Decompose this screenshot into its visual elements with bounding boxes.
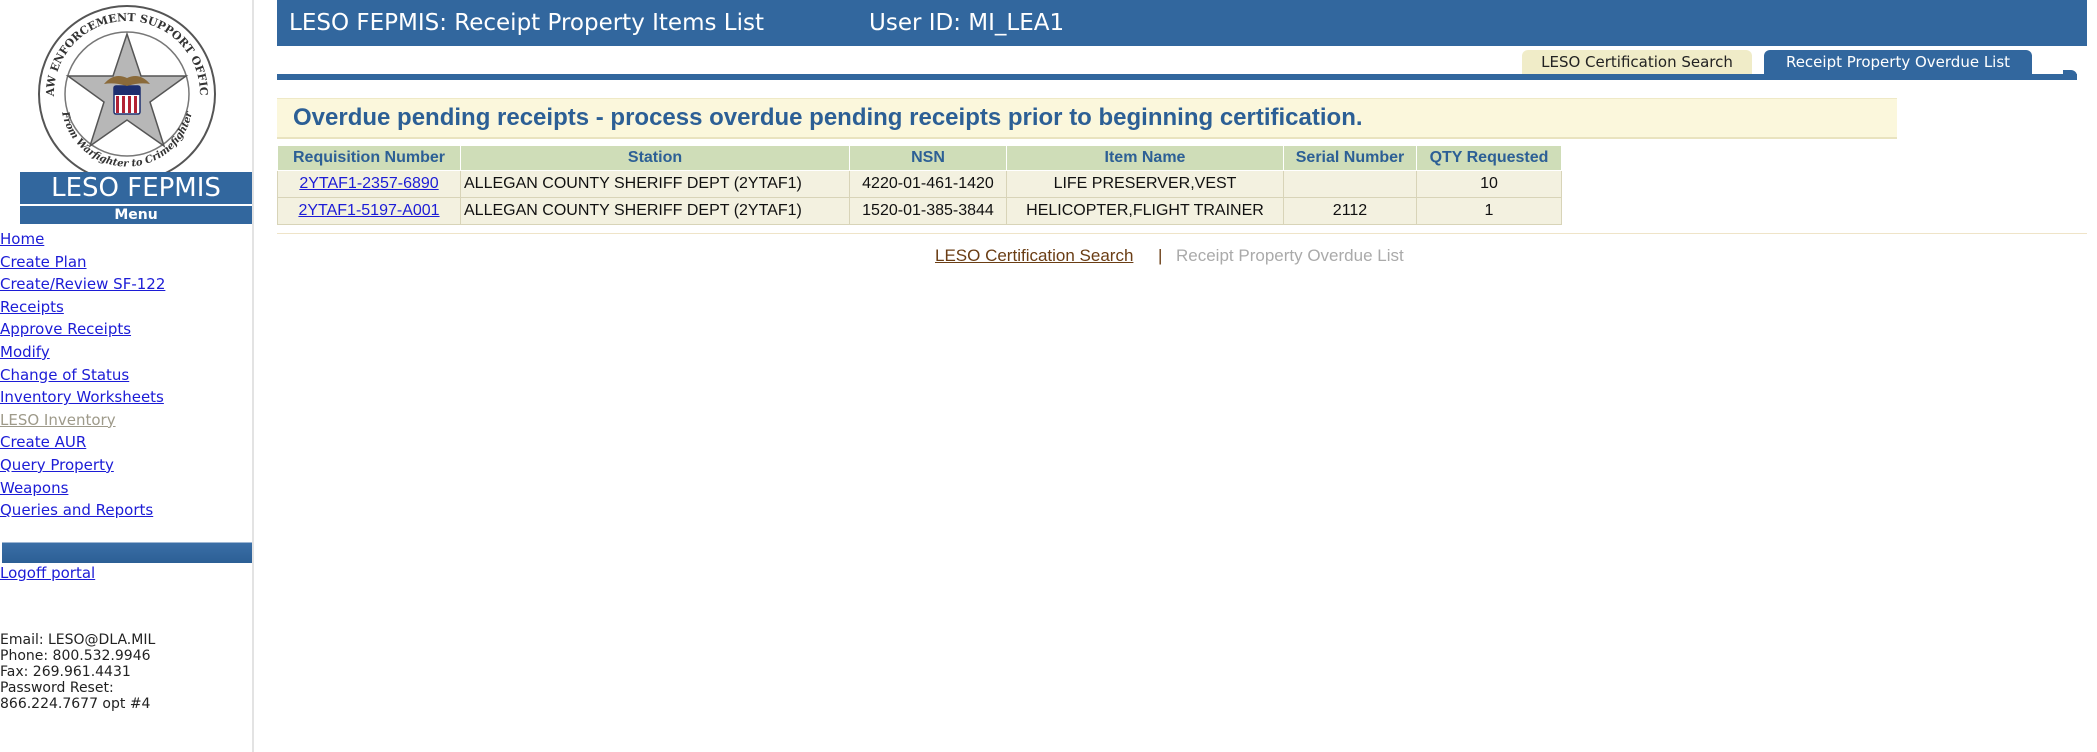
requisition-number-link[interactable]: 2YTAF1-2357-6890 xyxy=(299,175,438,192)
serial-number-cell xyxy=(1283,170,1417,198)
sidebar: LAW ENFORCEMENT SUPPORT OFFICE From Warf… xyxy=(0,0,254,752)
logoff-link[interactable]: Logoff portal xyxy=(0,564,95,582)
menu-header: Menu xyxy=(20,206,252,224)
user-id-label: User ID: MI_LEA1 xyxy=(869,10,1065,36)
menu-item-inventory-worksheets[interactable]: Inventory Worksheets xyxy=(0,388,164,406)
nsn-cell: 4220-01-461-1420 xyxy=(849,170,1007,198)
column-header-serial-number: Serial Number xyxy=(1283,145,1417,171)
column-header-nsn: NSN xyxy=(849,145,1007,171)
contact-password-reset-number: 866.224.7677 opt #4 xyxy=(0,696,151,712)
leso-seal-logo: LAW ENFORCEMENT SUPPORT OFFICE From Warf… xyxy=(34,2,216,183)
column-header-qty-requested: QTY Requested xyxy=(1416,145,1562,171)
qty-requested-cell: 10 xyxy=(1416,170,1562,198)
column-header-requisition-number: Requisition Number xyxy=(277,145,461,171)
qty-requested-cell: 1 xyxy=(1416,197,1562,225)
item-name-cell: LIFE PRESERVER,VEST xyxy=(1006,170,1284,198)
bottom-link-current-page: Receipt Property Overdue List xyxy=(1176,246,1404,265)
table-row: 2YTAF1-5197-A001 ALLEGAN COUNTY SHERIFF … xyxy=(277,197,1562,225)
contact-fax: Fax: 269.961.4431 xyxy=(0,664,131,680)
serial-number-cell: 2112 xyxy=(1283,197,1417,225)
bottom-link-separator: | xyxy=(1158,246,1163,265)
tab-leso-certification-search[interactable]: LESO Certification Search xyxy=(1522,50,1752,74)
table-row: 2YTAF1-2357-6890 ALLEGAN COUNTY SHERIFF … xyxy=(277,170,1562,198)
menu-item-modify[interactable]: Modify xyxy=(0,343,50,361)
table-header-row: Requisition Number Station NSN Item Name… xyxy=(277,145,1562,171)
station-cell: ALLEGAN COUNTY SHERIFF DEPT (2YTAF1) xyxy=(460,197,850,225)
contact-email: Email: LESO@DLA.MIL xyxy=(0,632,156,648)
column-header-item-name: Item Name xyxy=(1006,145,1284,171)
nsn-cell: 1520-01-385-3844 xyxy=(849,197,1007,225)
menu-item-queries-and-reports[interactable]: Queries and Reports xyxy=(0,501,153,519)
contact-password-reset-label: Password Reset: xyxy=(0,680,114,696)
menu-item-leso-inventory: LESO Inventory xyxy=(0,410,116,429)
menu-item-weapons[interactable]: Weapons xyxy=(0,479,68,497)
menu-item-home[interactable]: Home xyxy=(0,230,44,248)
requisition-number-cell: 2YTAF1-2357-6890 xyxy=(277,170,461,198)
content-divider xyxy=(277,233,2087,234)
menu-item-receipts[interactable]: Receipts xyxy=(0,298,64,316)
app-brand: LESO FEPMIS xyxy=(20,172,252,204)
contact-info: Email: LESO@DLA.MIL Phone: 800.532.9946 … xyxy=(0,632,250,712)
header-rule-corner xyxy=(2063,70,2077,80)
header-rule xyxy=(277,74,2077,80)
menu-item-query-property[interactable]: Query Property xyxy=(0,456,114,474)
menu-item-create-review-sf122[interactable]: Create/Review SF-122 xyxy=(0,275,165,293)
overdue-receipts-table: Requisition Number Station NSN Item Name… xyxy=(277,145,1562,225)
sidebar-divider-bar xyxy=(2,542,252,563)
item-name-cell: HELICOPTER,FLIGHT TRAINER xyxy=(1006,197,1284,225)
menu-item-change-of-status[interactable]: Change of Status xyxy=(0,366,129,384)
menu-item-create-aur[interactable]: Create AUR xyxy=(0,433,86,451)
requisition-number-link[interactable]: 2YTAF1-5197-A001 xyxy=(298,202,439,219)
contact-phone: Phone: 800.532.9946 xyxy=(0,648,151,664)
column-header-station: Station xyxy=(460,145,850,171)
menu-item-create-plan[interactable]: Create Plan xyxy=(0,253,87,271)
banner-text: Overdue pending receipts - process overd… xyxy=(293,104,1363,131)
station-cell: ALLEGAN COUNTY SHERIFF DEPT (2YTAF1) xyxy=(460,170,850,198)
tab-receipt-property-overdue-list[interactable]: Receipt Property Overdue List xyxy=(1764,50,2032,74)
sidebar-menu: Home Create Plan Create/Review SF-122 Re… xyxy=(0,228,165,522)
bottom-link-leso-certification-search[interactable]: LESO Certification Search xyxy=(935,246,1133,266)
page-header: LESO FEPMIS: Receipt Property Items List… xyxy=(277,0,2087,46)
menu-item-approve-receipts[interactable]: Approve Receipts xyxy=(0,320,131,338)
requisition-number-cell: 2YTAF1-5197-A001 xyxy=(277,197,461,225)
page-title: LESO FEPMIS: Receipt Property Items List xyxy=(289,10,764,36)
overdue-banner: Overdue pending receipts - process overd… xyxy=(277,98,1897,139)
